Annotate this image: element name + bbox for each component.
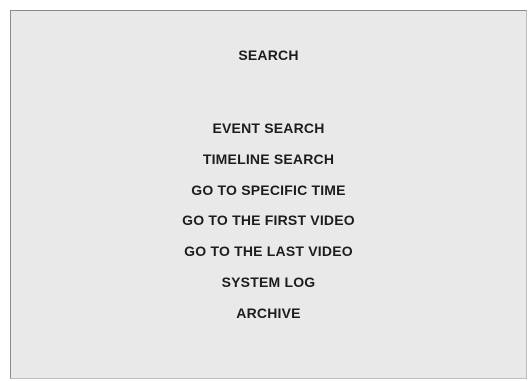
menu-item-go-to-first-video[interactable]: GO TO THE FIRST VIDEO	[11, 209, 526, 240]
menu-item-archive[interactable]: ARCHIVE	[11, 302, 526, 333]
menu-item-go-to-last-video[interactable]: GO TO THE LAST VIDEO	[11, 240, 526, 271]
search-menu-panel: SEARCH EVENT SEARCH TIMELINE SEARCH GO T…	[10, 10, 527, 379]
menu-item-event-search[interactable]: EVENT SEARCH	[11, 117, 526, 148]
menu-item-timeline-search[interactable]: TIMELINE SEARCH	[11, 148, 526, 179]
menu-item-go-to-specific-time[interactable]: GO TO SPECIFIC TIME	[11, 179, 526, 210]
search-menu-list: EVENT SEARCH TIMELINE SEARCH GO TO SPECI…	[11, 117, 526, 333]
menu-title: SEARCH	[238, 47, 299, 63]
menu-item-system-log[interactable]: SYSTEM LOG	[11, 271, 526, 302]
